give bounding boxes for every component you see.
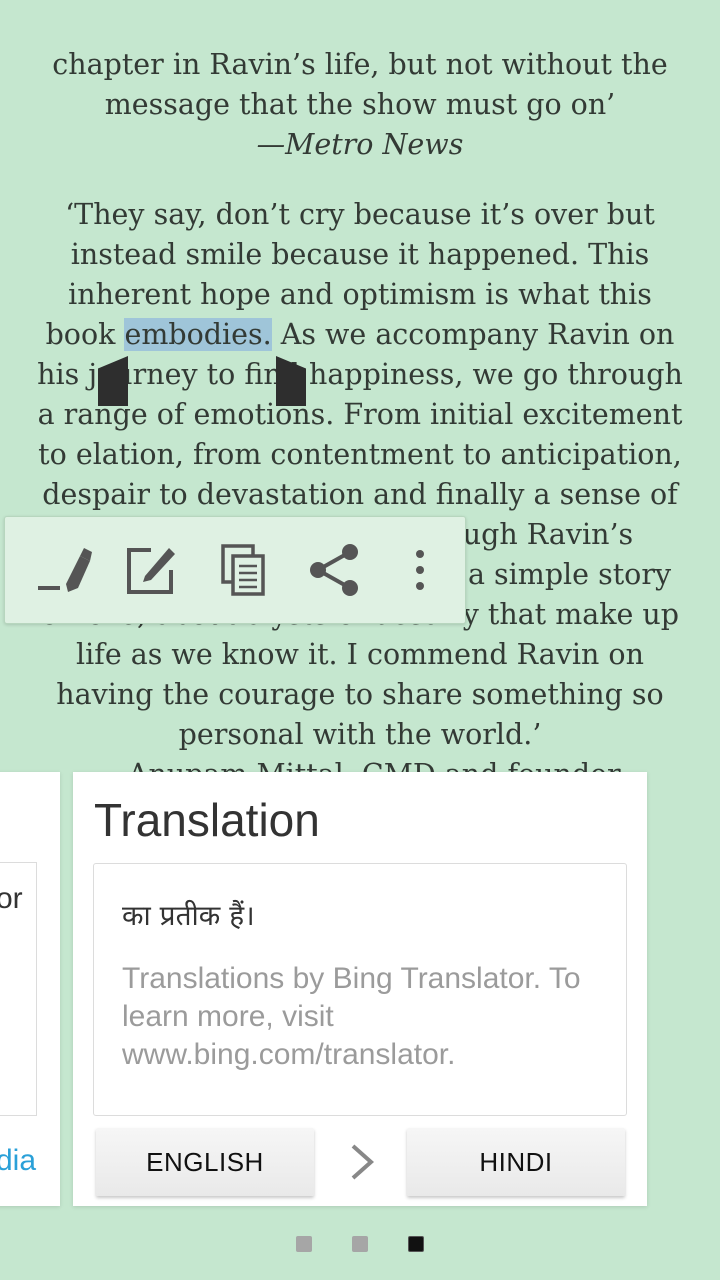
text-line: personal with the world.’ [178,718,542,751]
note-edit-icon[interactable] [117,537,183,603]
text-line: to elation, from contentment to anticipa… [38,438,682,471]
page-dot[interactable] [352,1236,368,1252]
selection-toolbar [4,516,466,624]
highlighter-icon[interactable] [33,537,99,603]
translation-title: Translation [94,794,320,846]
translation-result: का प्रतीक हैं। [122,899,255,932]
target-language-button[interactable]: HINDI [407,1128,625,1196]
text-line: a simple story [468,558,672,591]
text-line: ‘They say, don’t cry because it’s over b… [65,198,655,231]
text-line: having the courage to share something so [56,678,664,711]
text-line: life as we know it. I commend Ravin on [76,638,644,671]
text-line: inherent hope and optimism is what this [68,278,652,311]
source-language-button[interactable]: ENGLISH [96,1128,314,1196]
previous-card-link[interactable]: dia [0,1144,36,1178]
text-before-selection: book [45,318,125,351]
page-indicator [0,1234,720,1254]
text-after-selection: As we accompany Ravin on [271,318,675,351]
more-vertical-icon[interactable] [387,537,453,603]
page-dot[interactable] [296,1236,312,1252]
text-line-with-selection: book embodies. As we accompany Ravin on [0,315,720,355]
previous-card-text: or [0,882,23,915]
text-line: despair to devastation and finally a sen… [42,478,678,511]
chevron-right-icon [345,1138,379,1186]
text-line-attribution: —Metro News [256,128,464,161]
book-reader-page[interactable]: chapter in Ravin’s life, but not without… [0,0,720,790]
text-line: instead smile because it happened. This [70,238,650,271]
selected-text[interactable]: embodies. [124,318,272,351]
page-dot-active[interactable] [408,1236,424,1252]
copy-icon[interactable] [211,537,277,603]
share-icon[interactable] [301,537,367,603]
translation-card: Translation का प्रतीक हैं। Translations … [73,772,647,1206]
translation-credit: Translations by Bing Translator. To lear… [122,962,581,1071]
previous-card[interactable]: or dia [0,772,60,1206]
text-line: message that the show must go on’ [104,88,616,121]
text-line: chapter in Ravin’s life, but not without… [52,48,668,81]
translation-result-box: का प्रतीक हैं। Translations by Bing Tran… [93,863,627,1116]
